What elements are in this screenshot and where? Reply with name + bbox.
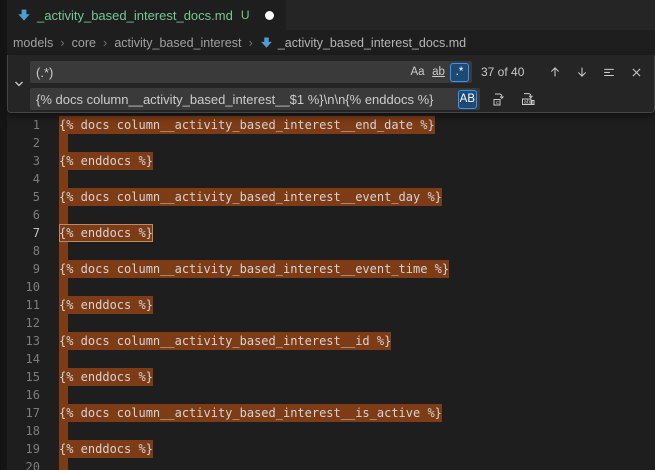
editor-line[interactable]: 11{% enddocs %} xyxy=(0,296,655,314)
breadcrumb-separator-icon: › xyxy=(60,35,64,50)
editor-line[interactable]: 10 xyxy=(0,278,655,296)
breadcrumb-file-label: _activity_based_interest_docs.md xyxy=(278,36,466,50)
replace-all-button[interactable]: ab xyxy=(518,89,538,109)
newline-find-match xyxy=(59,134,68,152)
editor-line[interactable]: 20 xyxy=(0,458,655,470)
svg-text:ab: ab xyxy=(524,100,531,106)
newline-find-match xyxy=(59,206,68,224)
find-results-count: 37 of 40 xyxy=(481,65,524,79)
editor-line[interactable]: 2 xyxy=(0,134,655,152)
find-match: {% docs column__activity_based_interest_… xyxy=(59,404,442,422)
editor-pane[interactable]: 1{% docs column__activity_based_interest… xyxy=(0,55,655,470)
replace-all-icon: ab xyxy=(520,91,536,107)
newline-find-match xyxy=(59,242,68,260)
arrow-down-icon xyxy=(575,65,589,79)
editor-line[interactable]: 15{% enddocs %} xyxy=(0,368,655,386)
whole-word-icon: ab xyxy=(432,66,445,78)
newline-find-match xyxy=(59,458,68,470)
markdown-icon xyxy=(260,36,273,49)
editor-line[interactable]: 1{% docs column__activity_based_interest… xyxy=(0,116,655,134)
markdown-icon xyxy=(17,8,31,22)
editor-lines: 1{% docs column__activity_based_interest… xyxy=(0,116,655,470)
find-match: {% enddocs %} xyxy=(59,152,153,170)
regex-toggle[interactable]: .* xyxy=(450,63,469,82)
editor-line[interactable]: 9{% docs column__activity_based_interest… xyxy=(0,260,655,278)
tab-activity-based-interest-docs[interactable]: _activity_based_interest_docs.md U xyxy=(7,0,286,30)
editor-line[interactable]: 16 xyxy=(0,386,655,404)
tab-bar: _activity_based_interest_docs.md U xyxy=(0,0,655,30)
find-match: {% docs column__activity_based_interest_… xyxy=(59,188,442,206)
newline-find-match xyxy=(59,278,68,296)
find-in-selection-button[interactable] xyxy=(599,62,619,82)
editor-line[interactable]: 13{% docs column__activity_based_interes… xyxy=(0,332,655,350)
close-find-widget-button[interactable] xyxy=(626,62,646,82)
find-query-text: (.*) xyxy=(36,65,406,80)
breadcrumb-item[interactable]: activity_based_interest xyxy=(114,36,241,50)
editor-line[interactable]: 8 xyxy=(0,242,655,260)
next-match-button[interactable] xyxy=(572,62,592,82)
editor-line[interactable]: 17{% docs column__activity_based_interes… xyxy=(0,404,655,422)
newline-find-match xyxy=(59,314,68,332)
breadcrumb-item[interactable]: core xyxy=(72,36,96,50)
arrow-up-icon xyxy=(548,65,562,79)
current-find-match: {% enddocs %} xyxy=(59,224,153,242)
replace-row: {% docs column__activity_based_interest_… xyxy=(30,88,654,110)
find-row: (.*) Aa ab .* 37 of 40 xyxy=(30,61,654,83)
editor-line[interactable]: 7{% enddocs %} xyxy=(0,224,655,242)
editor-line[interactable]: 5{% docs column__activity_based_interest… xyxy=(0,188,655,206)
replace-button[interactable]: c xyxy=(489,89,509,109)
find-match: {% enddocs %} xyxy=(59,368,153,386)
editor-line[interactable]: 3{% enddocs %} xyxy=(0,152,655,170)
replace-icon: c xyxy=(491,91,507,107)
svg-text:c: c xyxy=(496,100,499,106)
window-left-edge xyxy=(0,0,7,470)
replace-buttons: c ab xyxy=(489,89,538,109)
replace-value-text: {% docs column__activity_based_interest_… xyxy=(36,92,456,107)
match-case-toggle[interactable]: Aa xyxy=(408,63,427,82)
newline-find-match xyxy=(59,170,68,188)
editor-line[interactable]: 12 xyxy=(0,314,655,332)
preserve-case-icon: AB xyxy=(460,93,475,105)
previous-match-button[interactable] xyxy=(545,62,565,82)
toggle-replace-chevron[interactable] xyxy=(8,55,30,112)
editor-line[interactable]: 19{% enddocs %} xyxy=(0,440,655,458)
editor-line[interactable]: 4 xyxy=(0,170,655,188)
preserve-case-toggle[interactable]: AB xyxy=(458,90,477,109)
find-nav-buttons xyxy=(545,62,654,82)
vscode-window: _activity_based_interest_docs.md U model… xyxy=(0,0,655,470)
close-icon xyxy=(630,66,643,79)
find-replace-widget: (.*) Aa ab .* 37 of 40 xyxy=(7,55,655,113)
find-input[interactable]: (.*) Aa ab .* xyxy=(30,61,472,83)
newline-find-match xyxy=(59,422,68,440)
whole-word-toggle[interactable]: ab xyxy=(429,63,448,82)
modified-indicator-dot[interactable] xyxy=(265,11,274,20)
replace-input[interactable]: {% docs column__activity_based_interest_… xyxy=(30,88,480,110)
find-match: {% enddocs %} xyxy=(59,440,153,458)
selection-icon xyxy=(602,65,616,79)
regex-icon: .* xyxy=(456,66,464,78)
find-match: {% docs column__activity_based_interest_… xyxy=(59,116,435,134)
editor-line[interactable]: 6 xyxy=(0,206,655,224)
breadcrumb-separator-icon: › xyxy=(103,35,107,50)
breadcrumb-item[interactable]: models xyxy=(13,36,53,50)
breadcrumb: models › core › activity_based_interest › _ac… xyxy=(0,30,655,55)
newline-find-match xyxy=(59,350,68,368)
match-case-icon: Aa xyxy=(410,66,424,78)
find-match: {% docs column__activity_based_interest_… xyxy=(59,332,391,350)
newline-find-match xyxy=(59,386,68,404)
chevron-down-icon xyxy=(13,78,25,90)
git-status-badge: U xyxy=(241,8,250,22)
editor-line[interactable]: 14 xyxy=(0,350,655,368)
breadcrumb-separator-icon: › xyxy=(248,35,252,50)
tab-title: _activity_based_interest_docs.md xyxy=(37,8,233,23)
editor-line[interactable]: 18 xyxy=(0,422,655,440)
breadcrumb-item-file[interactable]: _activity_based_interest_docs.md xyxy=(260,36,466,50)
find-match: {% enddocs %} xyxy=(59,296,153,314)
find-match: {% docs column__activity_based_interest_… xyxy=(59,260,449,278)
